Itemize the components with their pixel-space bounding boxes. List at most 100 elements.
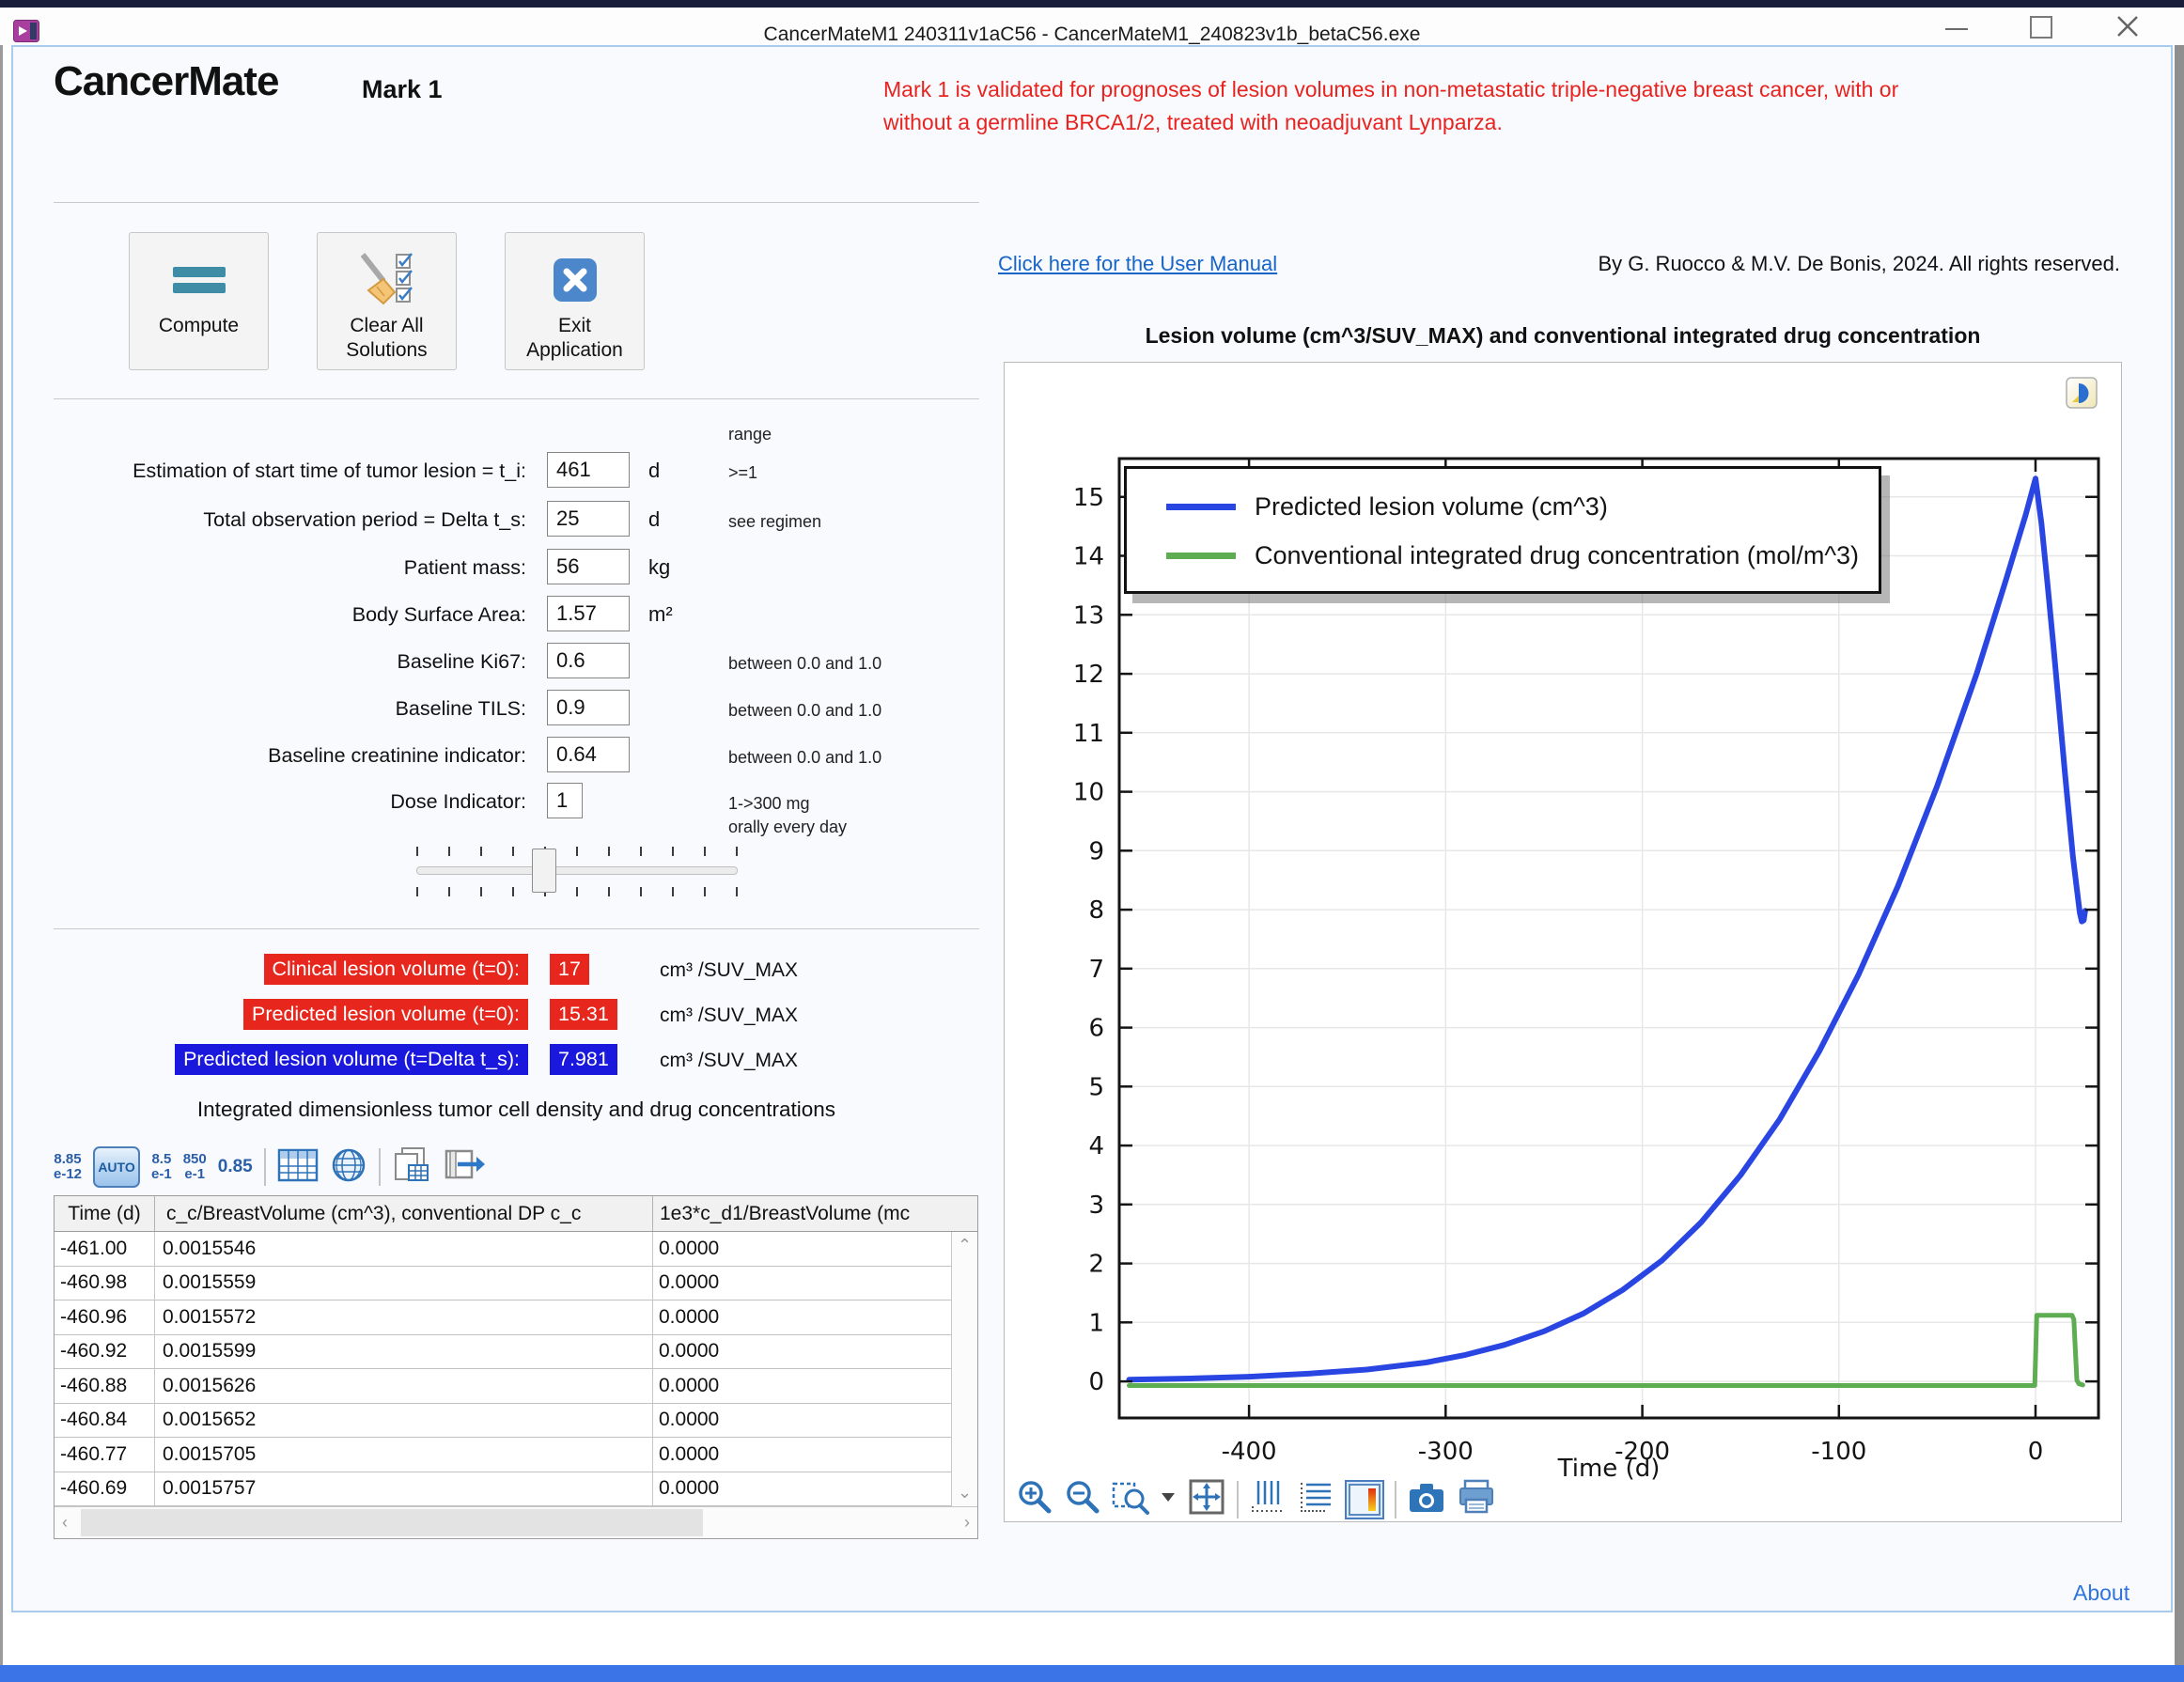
body-surface-area-input[interactable] bbox=[547, 596, 630, 631]
svg-text:5: 5 bbox=[1088, 1073, 1104, 1101]
auto-format-button[interactable]: AUTO bbox=[93, 1146, 140, 1188]
dose-indicator-input[interactable] bbox=[547, 783, 583, 818]
chart-title: Lesion volume (cm^3/SUV_MAX) and convent… bbox=[1004, 323, 2122, 349]
window-right-edge bbox=[2175, 45, 2184, 1665]
form-row: Estimation of start time of tumor lesion… bbox=[54, 452, 993, 490]
svg-text:9: 9 bbox=[1088, 837, 1104, 865]
zoom-out-icon[interactable] bbox=[1064, 1478, 1101, 1520]
scroll-left-icon[interactable]: ‹ bbox=[62, 1513, 68, 1533]
patient-mass-input[interactable] bbox=[547, 549, 630, 584]
range-note: between 0.0 and 1.0 bbox=[728, 699, 881, 723]
table-row[interactable]: -460.980.00155590.0000 bbox=[55, 1267, 951, 1301]
legend-label: Predicted lesion volume (cm^3) bbox=[1255, 492, 1608, 522]
divider bbox=[54, 202, 979, 203]
col-header-time[interactable]: Time (d) bbox=[55, 1203, 154, 1225]
export-icon[interactable] bbox=[443, 1146, 486, 1189]
result-row: Predicted lesion volume (t=Delta t_s): 7… bbox=[54, 1044, 993, 1078]
col-header-cd1[interactable]: 1e3*c_d1/BreastVolume (mc bbox=[652, 1196, 977, 1231]
table-row[interactable]: -460.770.00157050.0000 bbox=[55, 1438, 951, 1472]
baseline-tils-input[interactable] bbox=[547, 690, 630, 725]
scroll-right-icon[interactable]: › bbox=[964, 1513, 970, 1533]
maximize-button[interactable] bbox=[2030, 16, 2052, 39]
broom-checklist-icon bbox=[359, 233, 415, 314]
compute-button-label: Compute bbox=[159, 314, 239, 338]
table-row[interactable]: -461.000.00155460.0000 bbox=[55, 1232, 951, 1267]
polar-plot-icon[interactable] bbox=[330, 1146, 367, 1189]
col-header-cc[interactable]: c_c/BreastVolume (cm^3), conventional DP… bbox=[154, 1196, 652, 1231]
unit-label: d bbox=[648, 507, 660, 532]
slider-track[interactable] bbox=[416, 866, 738, 875]
start-time-label: Estimation of start time of tumor lesion… bbox=[54, 459, 526, 483]
exit-application-button[interactable]: Exit Application bbox=[505, 232, 645, 370]
user-manual-link[interactable]: Click here for the User Manual bbox=[998, 252, 1277, 276]
result-unit: cm³ /SUV_MAX bbox=[660, 1050, 798, 1072]
dose-slider-thumb[interactable] bbox=[532, 849, 556, 893]
observation-period-label: Total observation period = Delta t_s: bbox=[54, 508, 526, 532]
form-row: Baseline TILS: between 0.0 and 1.0 bbox=[54, 690, 993, 727]
copy-table-icon[interactable] bbox=[392, 1146, 431, 1189]
svg-text:3: 3 bbox=[1088, 1191, 1104, 1220]
minimize-button[interactable] bbox=[1945, 28, 1968, 30]
divider bbox=[54, 928, 979, 929]
baseline-creatinine-input[interactable] bbox=[547, 737, 630, 772]
print-icon[interactable] bbox=[1457, 1478, 1496, 1520]
table-horizontal-scrollbar[interactable]: ‹ › bbox=[55, 1506, 977, 1538]
engineering-notation-button[interactable]: 850 e-1 bbox=[183, 1152, 207, 1182]
body-surface-area-label: Body Surface Area: bbox=[54, 603, 526, 627]
equals-icon bbox=[173, 233, 226, 314]
validation-note: Mark 1 is validated for prognoses of les… bbox=[883, 73, 2152, 138]
predicted-volume-t0-value: 15.31 bbox=[550, 999, 617, 1030]
svg-text:15: 15 bbox=[1073, 484, 1104, 512]
table-vertical-scrollbar[interactable]: ⌃ ⌄ bbox=[951, 1232, 977, 1506]
table-row[interactable]: -460.880.00156260.0000 bbox=[55, 1369, 951, 1404]
plot-logo-icon[interactable] bbox=[2065, 376, 2098, 414]
range-column-header: range bbox=[728, 425, 772, 444]
table-section-title: Integrated dimensionless tumor cell dens… bbox=[54, 1098, 979, 1122]
close-button[interactable] bbox=[2114, 13, 2141, 44]
scientific-notation-button[interactable]: 8.5 e-1 bbox=[151, 1152, 172, 1182]
form-row: Baseline creatinine indicator: between 0… bbox=[54, 737, 993, 774]
y-grid-icon[interactable] bbox=[1297, 1478, 1334, 1520]
legend-line-green bbox=[1166, 553, 1236, 559]
scrollbar-thumb[interactable] bbox=[81, 1509, 703, 1536]
table-header-row: Time (d) c_c/BreastVolume (cm^3), conven… bbox=[55, 1196, 977, 1232]
zoom-extents-icon[interactable] bbox=[1187, 1477, 1226, 1521]
result-row: Predicted lesion volume (t=0): 15.31 cm³… bbox=[54, 999, 993, 1033]
copyright-text: By G. Ruocco & M.V. De Bonis, 2024. All … bbox=[1410, 252, 2120, 276]
about-link[interactable]: About bbox=[2073, 1581, 2129, 1606]
legend-entry: Predicted lesion volume (cm^3) bbox=[1127, 482, 1879, 531]
start-time-input[interactable] bbox=[547, 452, 630, 488]
zoom-box-icon[interactable] bbox=[1112, 1478, 1149, 1520]
range-note: 1->300 mg orally every day bbox=[728, 792, 847, 839]
zoom-options-caret-icon[interactable] bbox=[1160, 1490, 1177, 1508]
table-row[interactable]: -460.960.00155720.0000 bbox=[55, 1300, 951, 1335]
table-row[interactable]: -460.920.00155990.0000 bbox=[55, 1335, 951, 1370]
svg-text:10: 10 bbox=[1073, 779, 1104, 807]
baseline-ki67-input[interactable] bbox=[547, 643, 630, 678]
baseline-ki67-label: Baseline Ki67: bbox=[54, 650, 526, 674]
exit-x-icon bbox=[553, 233, 598, 314]
x-grid-icon[interactable] bbox=[1249, 1478, 1287, 1520]
table-view-icon[interactable] bbox=[277, 1146, 319, 1189]
decimal-notation-button[interactable]: 0.85 bbox=[218, 1157, 253, 1177]
scroll-up-icon[interactable]: ⌃ bbox=[958, 1236, 972, 1255]
svg-text:13: 13 bbox=[1073, 601, 1104, 630]
form-row: Dose Indicator: 1->300 mg orally every d… bbox=[54, 783, 993, 820]
color-legend-toggle-icon[interactable] bbox=[1345, 1480, 1384, 1519]
app-model-name: Mark 1 bbox=[362, 75, 443, 104]
zoom-in-icon[interactable] bbox=[1016, 1478, 1053, 1520]
svg-text:14: 14 bbox=[1073, 543, 1104, 571]
full-precision-button[interactable]: 8.85 e-12 bbox=[54, 1152, 82, 1182]
observation-period-input[interactable] bbox=[547, 501, 630, 537]
baseline-creatinine-label: Baseline creatinine indicator: bbox=[54, 744, 526, 768]
compute-button[interactable]: Compute bbox=[129, 232, 269, 370]
exit-application-label: Exit Application bbox=[526, 314, 623, 362]
table-row[interactable]: -460.690.00157570.0000 bbox=[55, 1472, 951, 1507]
svg-text:6: 6 bbox=[1088, 1015, 1104, 1043]
clear-all-solutions-button[interactable]: Clear All Solutions bbox=[317, 232, 457, 370]
unit-label: d bbox=[648, 459, 660, 483]
snapshot-camera-icon[interactable] bbox=[1407, 1478, 1446, 1520]
scroll-down-icon[interactable]: ⌄ bbox=[958, 1483, 972, 1503]
dose-indicator-label: Dose Indicator: bbox=[54, 790, 526, 814]
table-row[interactable]: -460.840.00156520.0000 bbox=[55, 1404, 951, 1439]
